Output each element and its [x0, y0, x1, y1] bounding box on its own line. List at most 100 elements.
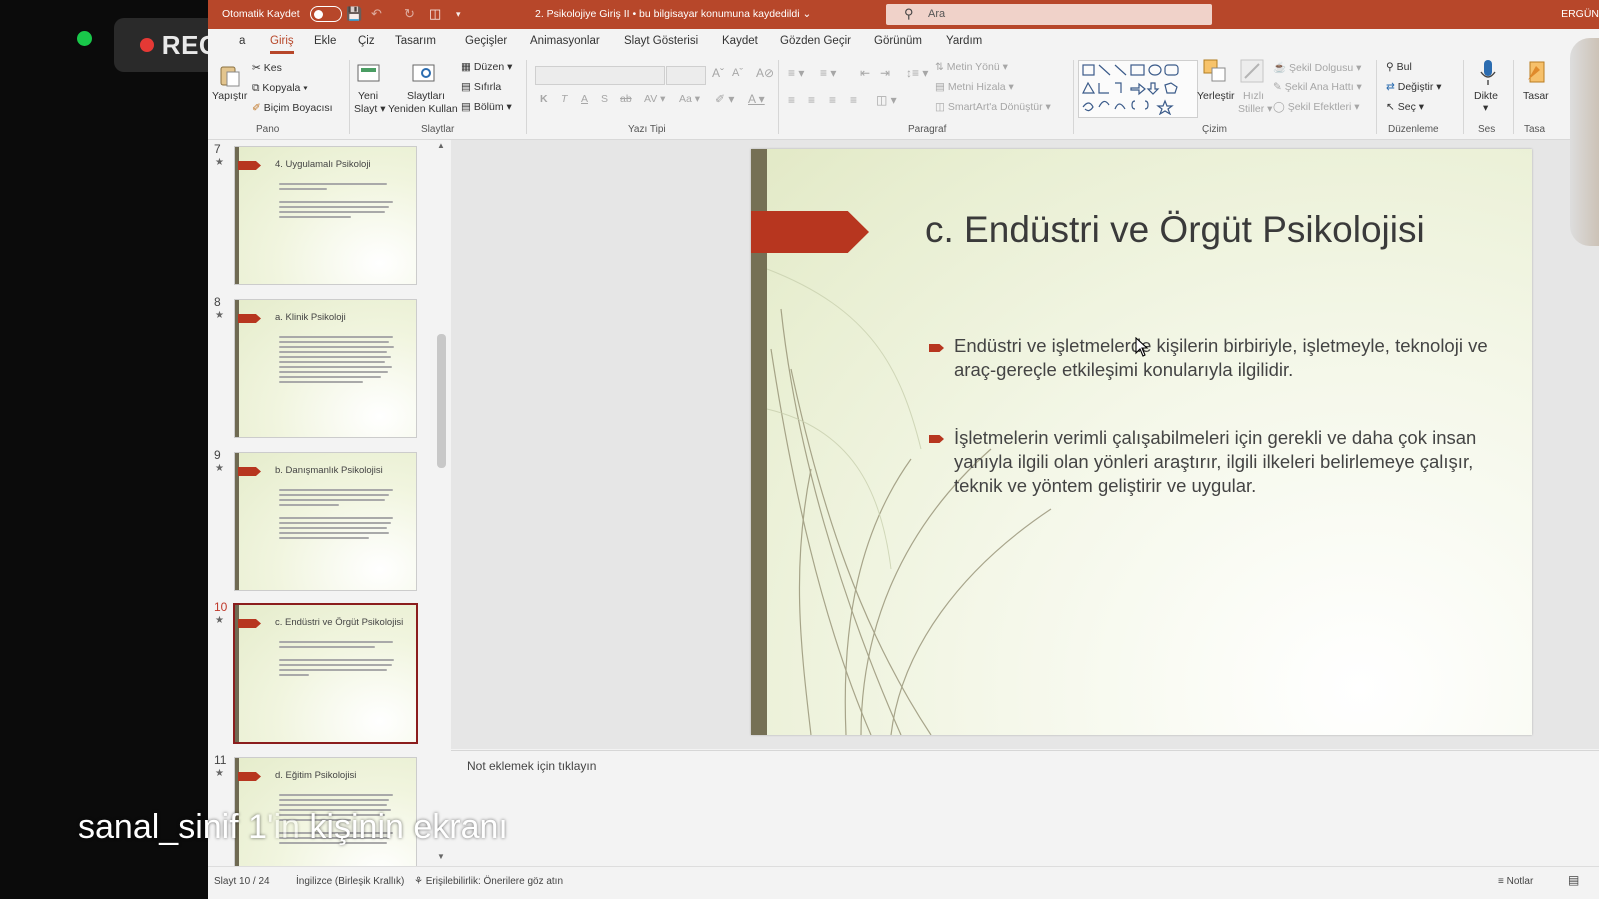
thumb-title: d. Eğitim Psikolojisi [275, 770, 357, 781]
present-icon[interactable]: ◫ [429, 6, 441, 22]
reset-button[interactable]: ▤ Sıfırla [461, 81, 501, 93]
current-slide[interactable]: c. Endüstri ve Örgüt Psikolojisi Endüstr… [751, 149, 1532, 735]
align-right-icon[interactable]: ≡ [829, 93, 836, 107]
paste-button[interactable]: Yapıştır [212, 90, 247, 102]
tab-file[interactable]: a [239, 35, 245, 47]
tab-home[interactable]: Giriş [270, 35, 294, 54]
slide-thumbnail-selected[interactable]: c. Endüstri ve Örgüt Psikolojisi [233, 603, 418, 744]
tab-slideshow[interactable]: Slayt Gösterisi [624, 35, 698, 47]
shape-fill-button[interactable]: ☕ Şekil Dolgusu ▾ [1273, 61, 1361, 74]
slide-thumbnail[interactable]: 4. Uygulamalı Psikoloji [234, 146, 417, 285]
replace-button[interactable]: ⇄ Değiştir ▾ [1386, 81, 1442, 93]
line-spacing-icon[interactable]: ↕≡ ▾ [906, 66, 928, 80]
tab-review[interactable]: Gözden Geçir [780, 35, 851, 47]
highlight-icon[interactable]: ✐ ▾ [715, 92, 734, 106]
italic-button[interactable]: T [561, 93, 567, 105]
arrange-icon[interactable] [1202, 58, 1228, 86]
bullets-icon[interactable]: ≡ ▾ [788, 66, 804, 80]
tab-draw[interactable]: Çiz [358, 35, 375, 47]
slide-bullet[interactable]: Endüstri ve işletmelerde kişilerin birbi… [954, 334, 1494, 382]
scroll-down-icon[interactable]: ▼ [437, 852, 445, 861]
notes-pane[interactable]: Not eklemek için tıklayın [451, 750, 1599, 867]
notes-toggle[interactable]: ≡ Notlar [1498, 876, 1533, 887]
tab-help[interactable]: Yardım [946, 35, 982, 47]
ribbon-tabs: a Giriş Ekle Çiz Tasarım Geçişler Animas… [208, 29, 1599, 56]
change-case-button[interactable]: Aa ▾ [679, 93, 700, 105]
thumbnail-scrollbar[interactable]: ▲ ▼ [436, 141, 447, 861]
tab-view[interactable]: Görünüm [874, 35, 922, 47]
align-text-button[interactable]: ▤ Metni Hizala ▾ [935, 81, 1014, 93]
normal-view-icon[interactable]: ▤ [1568, 873, 1579, 887]
select-button[interactable]: ↖ Seç ▾ [1386, 101, 1424, 113]
microphone-icon[interactable] [1478, 58, 1498, 88]
dictate-button[interactable]: Dikte [1474, 90, 1498, 102]
reuse-slides-label-2[interactable]: Yeniden Kullan [388, 103, 458, 115]
slide-thumbnail[interactable]: a. Klinik Psikoloji [234, 299, 417, 438]
font-size-input[interactable] [666, 66, 706, 85]
arrange-button[interactable]: Yerleştir [1197, 90, 1235, 102]
paste-icon[interactable] [218, 64, 244, 87]
underline-button[interactable]: A [581, 93, 588, 105]
find-button[interactable]: ⚲ Bul [1386, 61, 1412, 73]
quick-styles-label[interactable]: Hızlı [1243, 90, 1264, 102]
cut-button[interactable]: ✂ Kes [252, 62, 282, 74]
scrollbar-thumb[interactable] [437, 334, 446, 468]
text-direction-button[interactable]: ⇅ Metin Yönü ▾ [935, 61, 1008, 73]
clear-format-icon[interactable]: A⊘ [756, 66, 774, 80]
layout-button[interactable]: ▦ Düzen ▾ [461, 61, 512, 73]
slide-thumbnail[interactable]: b. Danışmanlık Psikolojisi [234, 452, 417, 591]
tab-record[interactable]: Kaydet [722, 35, 758, 47]
smartart-button[interactable]: ◫ SmartArt'a Dönüştür ▾ [935, 101, 1051, 113]
designer-icon[interactable] [1526, 58, 1546, 86]
shrink-font-icon[interactable]: Aˇ [732, 67, 743, 79]
columns-icon[interactable]: ◫ ▾ [876, 93, 897, 107]
quick-styles-icon[interactable] [1239, 58, 1265, 86]
save-icon[interactable]: 💾 [346, 6, 362, 22]
scroll-up-icon[interactable]: ▲ [437, 141, 445, 150]
align-center-icon[interactable]: ≡ [808, 93, 815, 107]
quick-styles-label-2[interactable]: Stiller ▾ [1238, 103, 1272, 115]
tab-animations[interactable]: Animasyonlar [530, 35, 600, 47]
increase-indent-icon[interactable]: ⇥ [880, 66, 890, 80]
thumb-text [279, 489, 399, 542]
language-indicator[interactable]: İngilizce (Birleşik Krallık) [296, 876, 404, 887]
shadow-button[interactable]: S [601, 93, 608, 105]
copy-button[interactable]: ⧉ Kopyala ▾ [252, 82, 308, 95]
format-painter-button[interactable]: ✐ Biçim Boyacısı [252, 102, 333, 114]
strikethrough-button[interactable]: ab [620, 93, 632, 105]
dictate-dropdown-icon[interactable]: ▾ [1483, 102, 1488, 114]
tab-transitions[interactable]: Geçişler [465, 35, 507, 47]
user-name[interactable]: ERGÜN [1561, 8, 1599, 20]
powerpoint-window: Otomatik Kaydet 💾 ↶ ↻ ◫ ▾ 2. Psikolojiye… [208, 0, 1599, 899]
tab-design[interactable]: Tasarım [395, 35, 436, 47]
char-spacing-button[interactable]: AV ▾ [644, 93, 665, 105]
document-title[interactable]: 2. Psikolojiye Giriş II • bu bilgisayar … [535, 8, 811, 20]
redo-icon[interactable]: ↻ [404, 6, 415, 22]
designer-button[interactable]: Tasar [1523, 90, 1549, 102]
shape-effects-button[interactable]: ◯ Şekil Efektleri ▾ [1273, 101, 1360, 113]
slide-bullet[interactable]: İşletmelerin verimli çalışabilmeleri içi… [954, 426, 1494, 498]
align-left-icon[interactable]: ≡ [788, 93, 795, 107]
undo-icon[interactable]: ↶ [371, 6, 382, 22]
grow-font-icon[interactable]: Aˇ [712, 66, 724, 80]
slide-title[interactable]: c. Endüstri ve Örgüt Psikolojisi [925, 209, 1425, 251]
customize-qat-icon[interactable]: ▾ [456, 9, 461, 20]
shapes-gallery[interactable] [1078, 60, 1198, 118]
new-slide-icon[interactable] [357, 62, 381, 86]
decrease-indent-icon[interactable]: ⇤ [860, 66, 870, 80]
font-color-icon[interactable]: A ▾ [748, 92, 765, 106]
reuse-slides-label[interactable]: Slaytları [407, 90, 445, 102]
reuse-slides-icon[interactable] [412, 62, 436, 86]
tab-insert[interactable]: Ekle [314, 35, 336, 47]
autosave-toggle[interactable] [310, 6, 342, 22]
justify-icon[interactable]: ≡ [850, 93, 857, 107]
numbering-icon[interactable]: ≡ ▾ [820, 66, 836, 80]
section-button[interactable]: ▤ Bölüm ▾ [461, 101, 512, 113]
search-box[interactable]: ⚲ Ara [886, 4, 1212, 25]
new-slide-label-2[interactable]: Slayt ▾ [354, 103, 386, 115]
font-name-input[interactable] [535, 66, 665, 85]
shape-outline-button[interactable]: ✎ Şekil Ana Hattı ▾ [1273, 81, 1362, 93]
new-slide-label[interactable]: Yeni [358, 90, 378, 102]
bold-button[interactable]: K [540, 93, 548, 105]
accessibility-status[interactable]: ⚘ Erişilebilirlik: Önerilere göz atın [414, 876, 563, 887]
